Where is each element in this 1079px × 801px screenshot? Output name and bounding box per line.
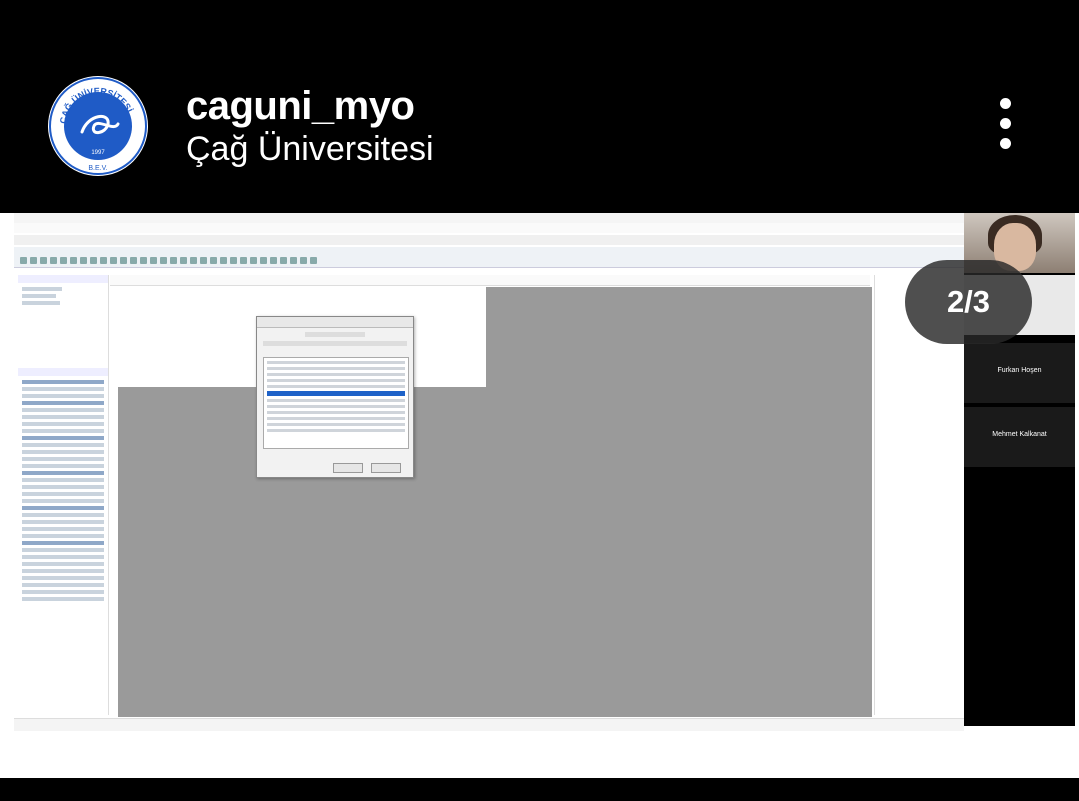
- page-indicator: 2/3: [905, 260, 1032, 344]
- app-titlebar: [14, 213, 964, 223]
- post-header: ÇAĞ ÜNİVERSİTESİ 1997 B.E.V. caguni_myo …: [0, 0, 1079, 213]
- account-fullname: Çağ Üniversitesi: [186, 130, 434, 168]
- dialog-window: [256, 316, 414, 478]
- app-menubar: [14, 223, 964, 233]
- more-vertical-icon[interactable]: [994, 98, 1016, 154]
- dialog-cancel-button[interactable]: [333, 463, 363, 473]
- app-toolbar: [14, 247, 964, 268]
- dialog-ok-button[interactable]: [371, 463, 401, 473]
- logo-bottom-text: B.E.V.: [88, 165, 107, 172]
- horizontal-ruler: [110, 275, 870, 286]
- app-status-bar: [14, 718, 964, 731]
- university-logo: ÇAĞ ÜNİVERSİTESİ 1997 B.E.V.: [49, 77, 147, 175]
- participant-name: Furkan Hoşen: [997, 367, 1042, 374]
- report-explorer-panel: [18, 275, 109, 715]
- username[interactable]: caguni_myo: [186, 84, 415, 129]
- dialog-list[interactable]: [263, 357, 409, 449]
- toolbar-icons: [20, 251, 320, 264]
- app-tabs: [14, 235, 964, 245]
- participant-name: Mehmet Kalkanat: [992, 431, 1047, 438]
- profile-avatar[interactable]: ÇAĞ ÜNİVERSİTESİ 1997 B.E.V.: [48, 76, 148, 176]
- bottom-bar: [0, 778, 1079, 801]
- participant-tile: Furkan Hoşen: [964, 343, 1075, 403]
- logo-year: 1997: [91, 150, 105, 156]
- participant-tile: Mehmet Kalkanat: [964, 407, 1075, 467]
